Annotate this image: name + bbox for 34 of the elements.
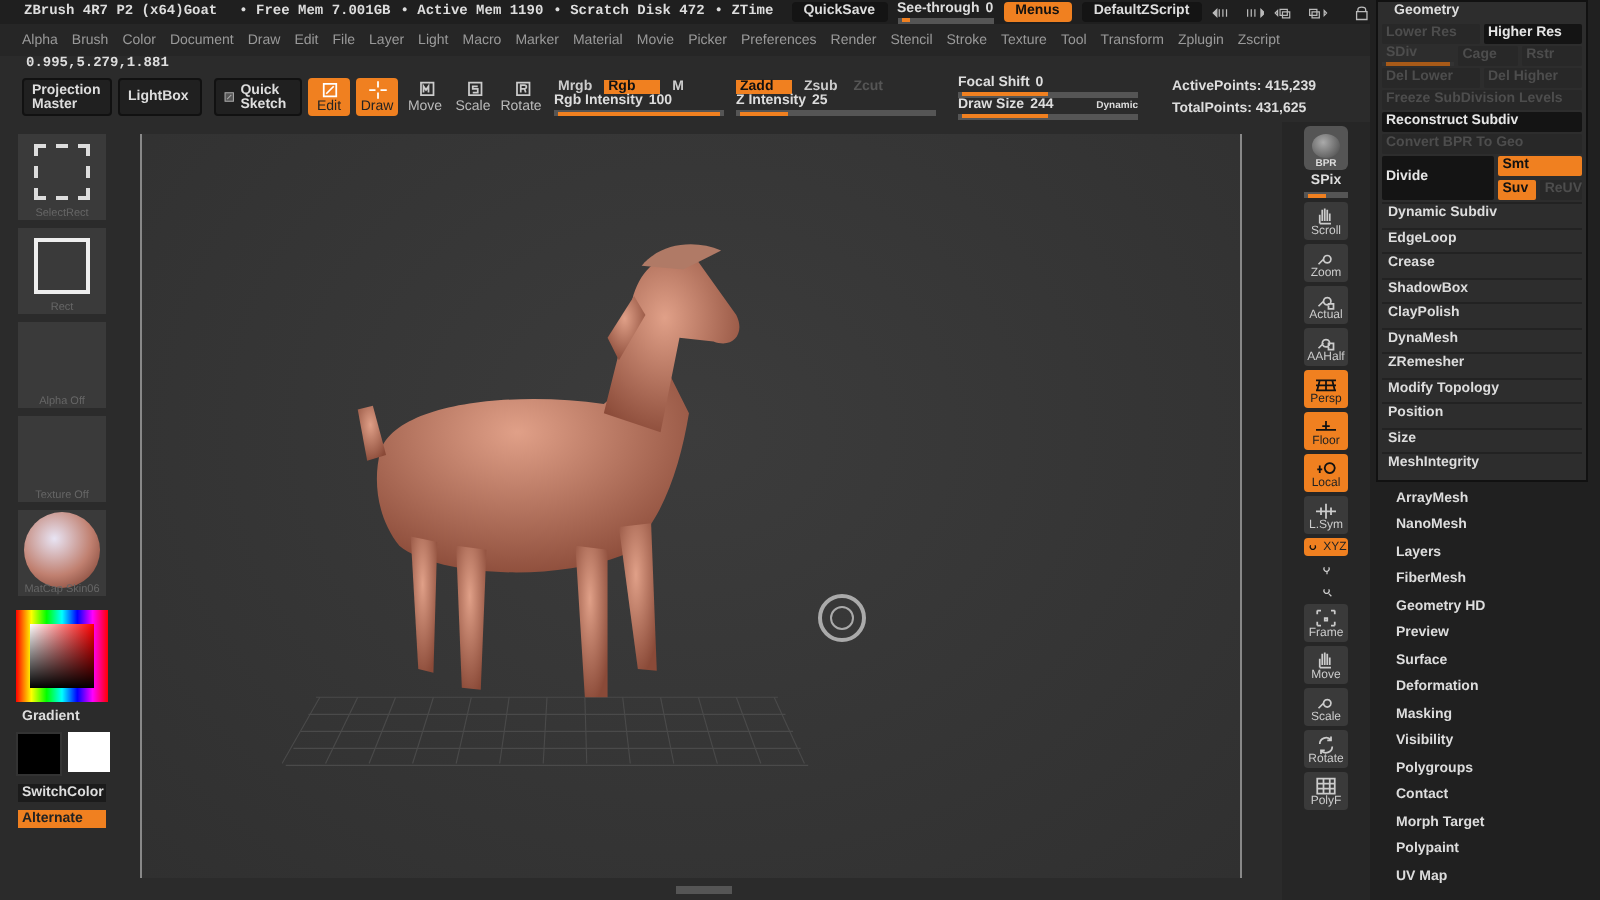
windows-icon[interactable]	[1306, 3, 1329, 21]
focal-shift-slider[interactable]	[958, 91, 1138, 97]
brush-cursor-icon	[818, 594, 866, 642]
viewport-canvas[interactable]	[140, 134, 1242, 878]
polyframe-grid-icon	[1314, 775, 1338, 795]
frame-icon	[1314, 607, 1338, 627]
see-through-slider[interactable]	[897, 17, 994, 23]
square-icon	[34, 237, 90, 293]
perspective-grid-icon	[1314, 373, 1338, 393]
crosshair-icon	[367, 80, 387, 100]
lock-icon[interactable]	[1354, 3, 1371, 21]
sphere-icon	[1312, 134, 1340, 158]
pen-frame-icon	[319, 80, 339, 100]
letter-box-icon	[415, 80, 435, 100]
wide-layout-icon[interactable]	[1243, 3, 1265, 21]
dashed-square-icon	[34, 143, 90, 199]
sketch-icon	[224, 88, 235, 106]
scroll-handle[interactable]	[675, 886, 731, 894]
draw-size-slider[interactable]	[958, 113, 1138, 119]
rgb-intensity-slider[interactable]	[554, 110, 724, 116]
letter-box-icon	[463, 80, 483, 100]
sphere-pivot-icon	[1314, 457, 1338, 477]
z-intensity-slider[interactable]	[736, 110, 936, 116]
material-sphere-icon	[24, 511, 100, 587]
rotation-arrows-icon	[1314, 733, 1338, 753]
letter-box-icon	[511, 80, 531, 100]
symmetry-icon	[1314, 499, 1338, 519]
rotation-icon	[1317, 584, 1335, 598]
rotation-icon	[1317, 562, 1335, 576]
main-color-swatch[interactable]	[15, 732, 61, 776]
spix-slider[interactable]	[1304, 192, 1348, 198]
color-picker[interactable]	[16, 610, 108, 702]
floor-icon	[1314, 415, 1338, 435]
secondary-color-swatch[interactable]	[67, 732, 109, 772]
